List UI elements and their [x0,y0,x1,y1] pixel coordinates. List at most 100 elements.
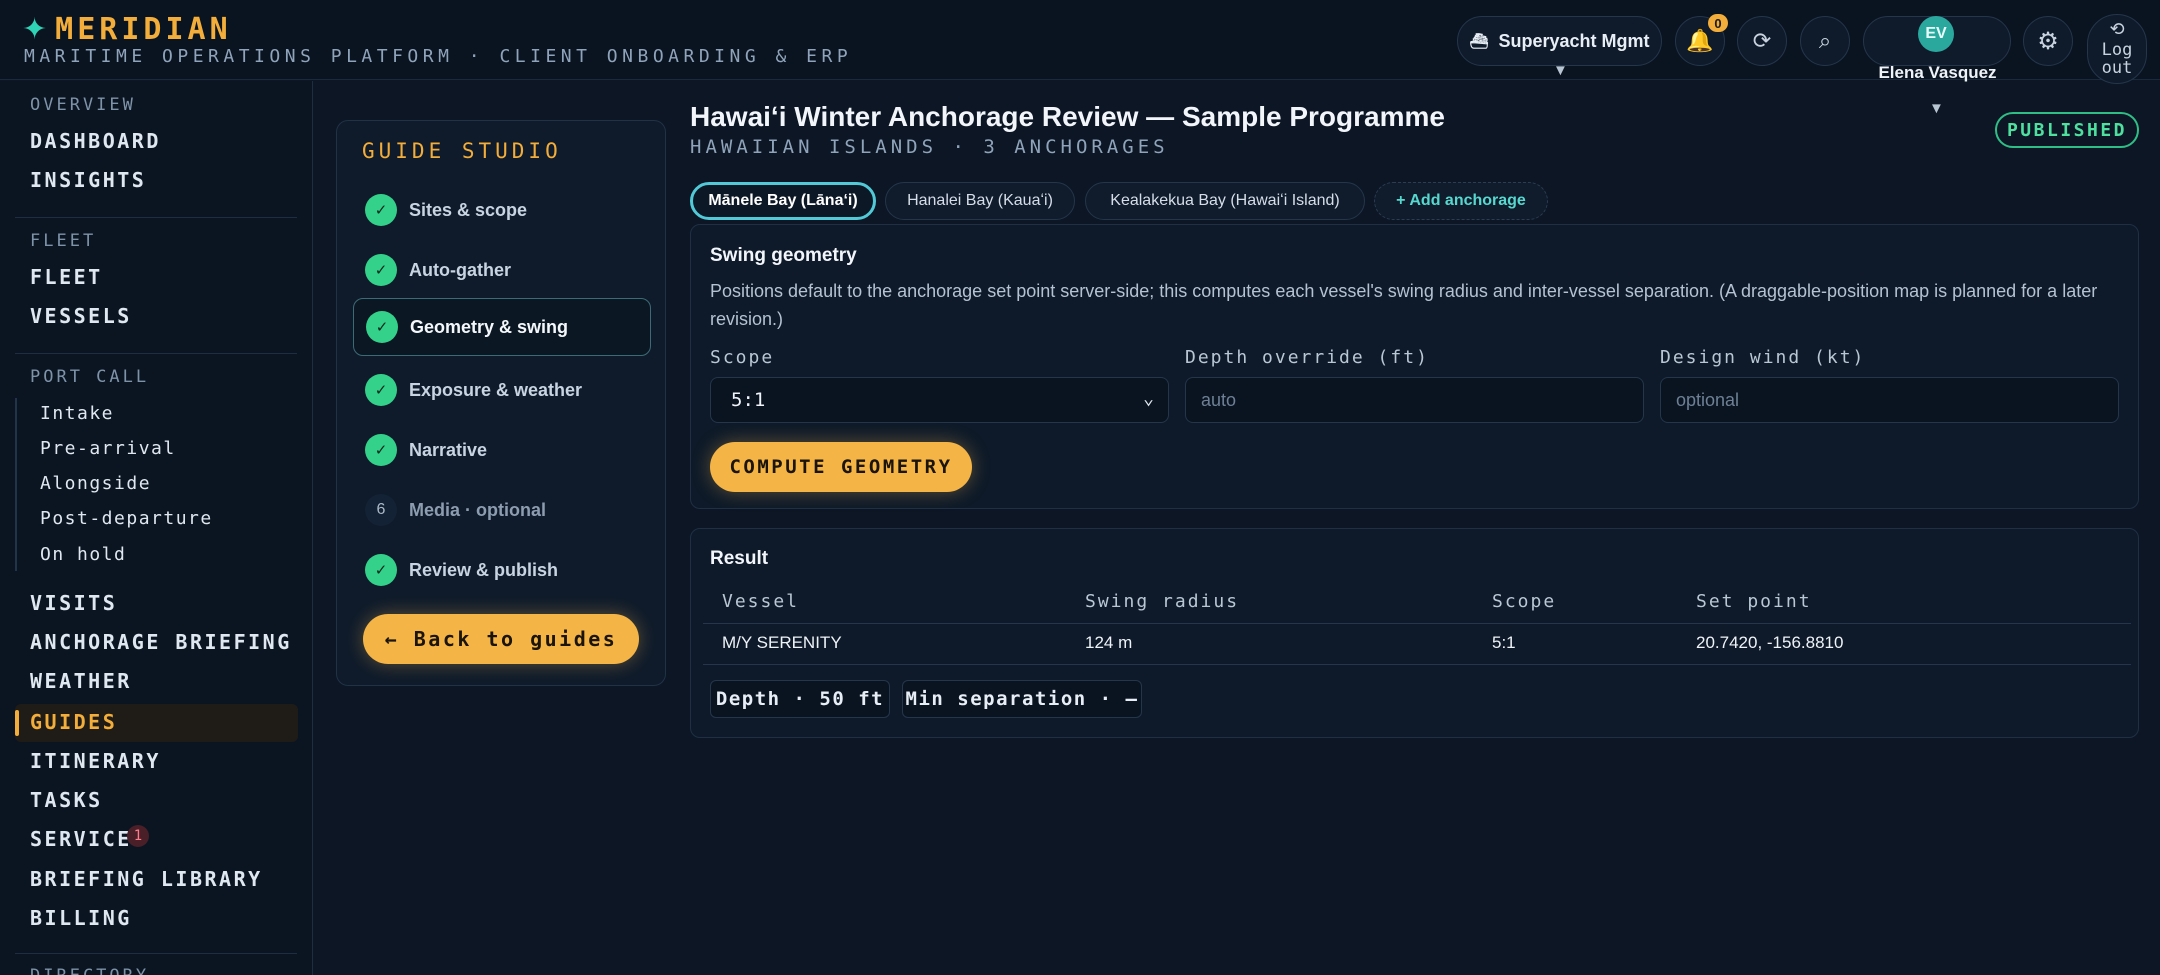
step-label: Exposure & weather [409,379,583,400]
add-anchorage-button[interactable]: + Add anchorage [1374,182,1548,220]
search-icon: ⌕ [1818,28,1832,53]
status-badge: PUBLISHED [1995,112,2139,148]
depth-chip: Depth · 50 ft [710,680,890,718]
refresh-icon: ⟳ [1752,28,1772,53]
table-divider [703,623,2131,624]
step-review-publish[interactable]: ✓ Review & publish [353,541,651,599]
sidebar-item-post-departure[interactable]: Post-departure [40,508,213,529]
logout-button[interactable]: ⟲ Log out [2087,14,2147,84]
sidebar-item-pre-arrival[interactable]: Pre-arrival [40,438,176,459]
scope-value: 5:1 [731,389,766,411]
cell-vessel: M/Y SERENITY [722,633,842,652]
column-header-set-point: Set point [1696,591,1812,612]
sidebar-item-anchorage-briefing[interactable]: ANCHORAGE BRIEFING [30,630,292,654]
sidebar-item-fleet[interactable]: FLEET [30,265,103,289]
check-icon: ✓ [365,434,397,466]
sidebar-item-itinerary[interactable]: ITINERARY [30,749,161,773]
logout-icon: ⟲ [2109,19,2125,40]
sidebar-heading-fleet: FLEET [30,231,97,251]
step-narrative[interactable]: ✓ Narrative [353,421,651,479]
gear-icon: ⚙ [2037,27,2059,55]
sidebar: OVERVIEW DASHBOARD INSIGHTS FLEET FLEET … [0,81,313,975]
avatar[interactable]: EV [1918,16,1954,52]
check-icon: ✓ [365,554,397,586]
user-caret-icon[interactable]: ▼ [1929,100,1944,117]
sidebar-item-on-hold[interactable]: On hold [40,544,126,565]
sidebar-item-guides[interactable]: GUIDES [30,710,117,734]
sidebar-item-weather[interactable]: WEATHER [30,669,132,693]
sidebar-item-service[interactable]: SERVICE [30,827,132,851]
step-geometry-swing[interactable]: ✓ Geometry & swing [353,298,651,356]
cell-scope: 5:1 [1492,633,1516,652]
cell-swing-radius: 124 m [1085,633,1133,652]
brand-subtitle: MARITIME OPERATIONS PLATFORM · CLIENT ON… [24,46,853,67]
sidebar-heading-port-call: PORT CALL [30,367,150,387]
depth-override-input[interactable]: auto [1185,377,1644,423]
org-switcher[interactable]: ⛴ Superyacht Mgmt [1457,16,1662,66]
scope-select[interactable]: 5:1 ⌄ [710,377,1169,423]
refresh-button[interactable]: ⟳ [1737,16,1787,66]
settings-button[interactable]: ⚙ [2023,16,2073,66]
sidebar-divider [15,217,297,218]
column-header-scope: Scope [1492,591,1557,612]
tab-kealakekua-bay[interactable]: Kealakekua Bay (Hawaiʻi Island) [1085,182,1365,220]
step-exposure-weather[interactable]: ✓ Exposure & weather [353,361,651,419]
min-separation-chip: Min separation · — [902,680,1142,718]
step-label: Geometry & swing [410,316,569,337]
step-label: Review & publish [409,559,559,580]
step-label: Media · optional [409,499,546,520]
sidebar-divider [15,353,297,354]
column-header-vessel: Vessel [722,591,800,612]
panel-title: Result [710,548,769,569]
check-icon: ✓ [366,311,398,343]
sidebar-item-alongside[interactable]: Alongside [40,473,151,494]
page-subtitle: HAWAIIAN ISLANDS · 3 ANCHORAGES [690,136,1169,158]
scope-label: Scope [710,347,775,368]
tab-manele-bay[interactable]: Mānele Bay (Lānaʻi) [690,182,876,220]
cell-set-point: 20.7420, -156.8810 [1696,633,1844,652]
sidebar-item-billing[interactable]: BILLING [30,906,132,930]
step-label: Sites & scope [409,199,528,220]
sidebar-heading-overview: OVERVIEW [30,95,136,115]
org-name: Superyacht Mgmt [1498,30,1650,51]
top-header: ✦ MERIDIAN MARITIME OPERATIONS PLATFORM … [0,0,2160,117]
sidebar-item-dashboard[interactable]: DASHBOARD [30,129,161,153]
step-label: Auto-gather [409,259,511,280]
sparkle-icon: ✦ [22,12,48,46]
geometry-description: Positions default to the anchorage set p… [710,281,2098,329]
check-icon: ✓ [365,194,397,226]
sidebar-item-intake[interactable]: Intake [40,403,114,424]
step-auto-gather[interactable]: ✓ Auto-gather [353,241,651,299]
chevron-down-icon: ⌄ [1143,388,1154,409]
tab-hanalei-bay[interactable]: Hanalei Bay (Kauaʻi) [885,182,1075,220]
user-name[interactable]: Elena Vasquez [1850,63,2025,83]
sidebar-active-bar [15,710,19,736]
sidebar-item-briefing-library[interactable]: BRIEFING LIBRARY [30,867,263,891]
bell-icon: 🔔 [1686,28,1714,53]
panel-title: Swing geometry [710,245,857,266]
guide-studio-panel: GUIDE STUDIO ✓ Sites & scope ✓ Auto-gath… [336,120,666,686]
check-icon: ✓ [365,374,397,406]
brand-name: MERIDIAN [55,12,232,47]
search-button[interactable]: ⌕ [1800,16,1850,66]
sidebar-subnav-line [15,398,17,571]
guide-studio-title: GUIDE STUDIO [362,139,562,163]
logout-label: Log out [2101,40,2133,78]
step-label: Narrative [409,439,488,460]
back-to-guides-button[interactable]: ← Back to guides [363,614,639,664]
org-caret-icon[interactable]: ▼ [1553,62,1568,79]
design-wind-input[interactable]: optional [1660,377,2119,423]
compute-geometry-button[interactable]: COMPUTE GEOMETRY [710,442,972,492]
service-count-badge: 1 [127,825,149,847]
sidebar-item-tasks[interactable]: TASKS [30,788,103,812]
column-header-swing-radius: Swing radius [1085,591,1240,612]
sidebar-heading-directory: DIRECTORY [30,966,149,975]
step-sites-scope[interactable]: ✓ Sites & scope [353,181,651,239]
step-media[interactable]: 6 Media · optional [353,481,651,539]
sidebar-item-insights[interactable]: INSIGHTS [30,168,146,192]
sidebar-divider [15,953,297,954]
sidebar-item-vessels[interactable]: VESSELS [30,304,132,328]
brand[interactable]: ✦ MERIDIAN [22,12,232,47]
ship-icon: ⛴ [1469,33,1489,50]
sidebar-item-visits[interactable]: VISITS [30,591,117,615]
